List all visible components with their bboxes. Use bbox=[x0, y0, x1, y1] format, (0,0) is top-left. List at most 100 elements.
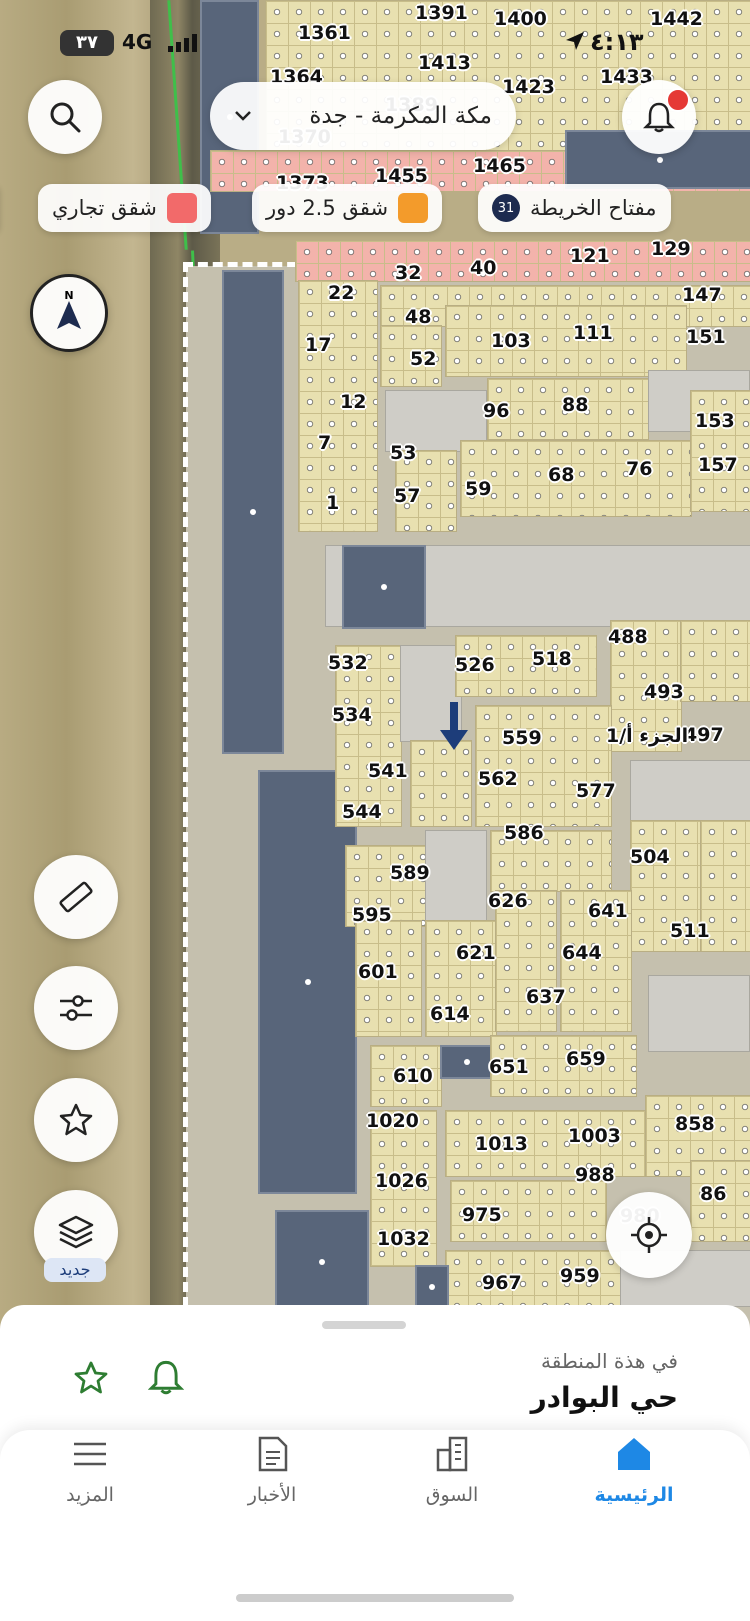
plot-number-label: 1442 bbox=[650, 8, 703, 30]
plot-number-label: 7 bbox=[318, 432, 332, 454]
plot-block bbox=[690, 390, 750, 512]
plot-number-label: 488 bbox=[608, 626, 648, 648]
plot-number-label: 1026 bbox=[375, 1170, 428, 1192]
plot-number-label: 1003 bbox=[568, 1125, 621, 1147]
plot-number-label: 532 bbox=[328, 652, 368, 674]
plot-number-label: 1465 bbox=[473, 155, 526, 177]
my-location-button[interactable] bbox=[606, 1192, 692, 1278]
plot-number-label: 1 bbox=[326, 492, 340, 514]
nav-market[interactable]: السوق bbox=[392, 1434, 512, 1506]
plot-block bbox=[680, 620, 750, 702]
plot-number-label: 40 bbox=[470, 257, 497, 279]
plot-block bbox=[410, 740, 472, 827]
legend-chip-map-key[interactable]: مفتاح الخريطة 31 bbox=[478, 184, 671, 232]
legend-chip-label: مفتاح الخريطة bbox=[530, 196, 657, 220]
plot-number-label: 493 bbox=[644, 681, 684, 703]
plot-block bbox=[460, 440, 692, 517]
plot-number-label: 22 bbox=[328, 282, 355, 304]
plot-number-label: 121 bbox=[570, 245, 610, 267]
nav-market-label: السوق bbox=[425, 1484, 479, 1506]
nav-more-label: المزيد bbox=[66, 1484, 114, 1506]
plot-block bbox=[445, 305, 687, 377]
plot-number-label: 53 bbox=[390, 442, 417, 464]
plot-number-label: 57 bbox=[394, 485, 421, 507]
chevron-down-icon bbox=[235, 111, 251, 121]
location-arrow-icon bbox=[566, 32, 584, 50]
building-icon bbox=[436, 1436, 468, 1472]
plot-number-label: 626 bbox=[488, 890, 528, 912]
plot-number-label: 858 bbox=[675, 1113, 715, 1135]
plot-number-label: 595 bbox=[352, 904, 392, 926]
filter-icon bbox=[60, 995, 92, 1021]
plot-number-label: 1423 bbox=[502, 76, 555, 98]
home-icon bbox=[618, 1438, 650, 1470]
district-title: حي البوادر bbox=[530, 1381, 678, 1414]
plot-number-label: 637 bbox=[526, 986, 566, 1008]
blue-plot bbox=[440, 1045, 494, 1079]
nav-news[interactable]: الأخبار bbox=[212, 1434, 332, 1506]
open-plot bbox=[648, 975, 750, 1052]
plot-number-label: 151 bbox=[686, 326, 726, 348]
sheet-subtitle: في هذة المنطقة bbox=[541, 1349, 678, 1373]
legend-swatch bbox=[166, 193, 197, 223]
blue-plot bbox=[222, 270, 284, 754]
plot-number-label: 153 bbox=[695, 410, 735, 432]
location-marker-icon[interactable] bbox=[436, 700, 472, 752]
plot-number-label: 644 bbox=[562, 942, 602, 964]
measure-button[interactable] bbox=[34, 855, 118, 939]
open-plot bbox=[630, 760, 750, 822]
notification-dot bbox=[666, 88, 690, 112]
compass-button[interactable]: N bbox=[30, 274, 108, 352]
favorite-star-icon[interactable] bbox=[72, 1359, 110, 1397]
plot-number-label: 59 bbox=[465, 478, 492, 500]
legend-chip-apartments[interactable]: شقق 2.5 دور bbox=[252, 184, 443, 232]
ruler-icon bbox=[59, 881, 93, 913]
plot-number-label: 1361 bbox=[298, 22, 351, 44]
nav-home-label: الرئيسية bbox=[594, 1484, 674, 1506]
plot-number-label: 1013 bbox=[475, 1133, 528, 1155]
search-button[interactable] bbox=[28, 80, 102, 154]
svg-text:N: N bbox=[64, 289, 73, 302]
plot-number-label: 988 bbox=[575, 1164, 615, 1186]
plot-number-label: 497 bbox=[684, 724, 724, 746]
newspaper-icon bbox=[258, 1436, 288, 1472]
legend-count-badge: 31 bbox=[492, 194, 520, 222]
new-badge: جديد bbox=[44, 1258, 106, 1282]
plot-number-label: 641 bbox=[588, 900, 628, 922]
plot-number-label: 1413 bbox=[418, 52, 471, 74]
nav-home[interactable]: الرئيسية bbox=[574, 1434, 694, 1506]
plot-number-label: 601 bbox=[358, 961, 398, 983]
alert-bell-icon[interactable] bbox=[148, 1357, 184, 1397]
layers-icon bbox=[58, 1215, 94, 1249]
plot-number-label: 586 bbox=[504, 822, 544, 844]
plot-number-label: 562 bbox=[478, 768, 518, 790]
plot-number-label: 147 bbox=[682, 284, 722, 306]
plot-number-label: 541 bbox=[368, 760, 408, 782]
plot-number-label: 659 bbox=[566, 1048, 606, 1070]
favorites-button[interactable] bbox=[34, 1078, 118, 1162]
plot-number-label: 518 bbox=[532, 648, 572, 670]
compass-icon: N bbox=[57, 289, 81, 329]
sheet-drag-handle[interactable] bbox=[322, 1321, 406, 1329]
notifications-button[interactable] bbox=[622, 80, 696, 154]
plot-number-label: 504 bbox=[630, 846, 670, 868]
legend-swatch bbox=[398, 193, 429, 223]
plot-number-label: 589 bbox=[390, 862, 430, 884]
city-selector[interactable]: مكة المكرمة - جدة bbox=[210, 82, 516, 150]
legend-chip-label: شقق 2.5 دور bbox=[266, 196, 389, 220]
filter-button[interactable] bbox=[34, 966, 118, 1050]
plot-number-label: 577 bbox=[576, 780, 616, 802]
plot-number-label: 1391 bbox=[415, 2, 468, 24]
plot-number-label: 129 bbox=[651, 238, 691, 260]
city-selector-label: مكة المكرمة - جدة bbox=[309, 103, 492, 129]
plot-number-label: 88 bbox=[562, 394, 589, 416]
plot-number-label: 76 bbox=[626, 458, 653, 480]
plot-number-label: 1020 bbox=[366, 1110, 419, 1132]
nav-more[interactable]: المزيد bbox=[30, 1434, 150, 1506]
legend-chip-commercial[interactable]: شقق تجاري bbox=[38, 184, 211, 232]
plot-number-label: 610 bbox=[393, 1065, 433, 1087]
plot-number-label: 48 bbox=[405, 306, 432, 328]
plot-number-label: 614 bbox=[430, 1003, 470, 1025]
plot-number-label: 68 bbox=[548, 464, 575, 486]
plot-number-label: 1400 bbox=[494, 8, 547, 30]
